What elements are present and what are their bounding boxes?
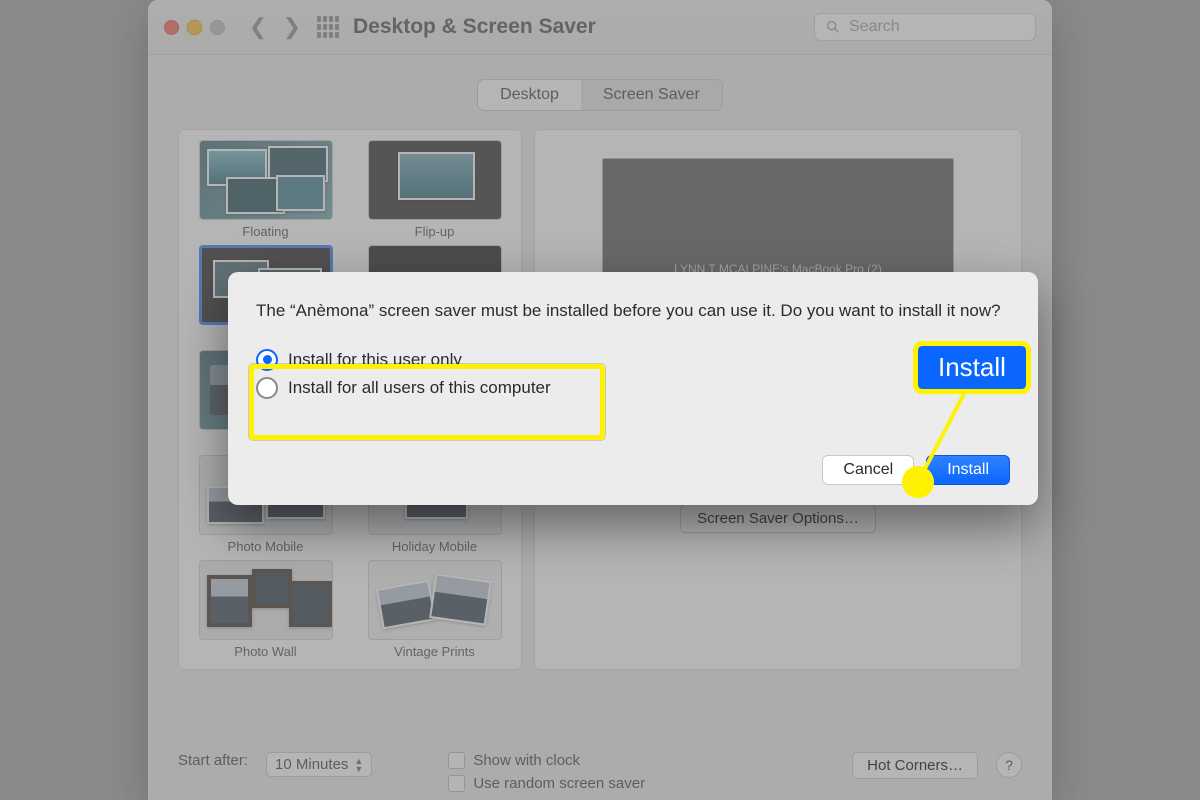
install-scope-radio-group: Install for this user only Install for a…	[256, 349, 1010, 399]
titlebar: ❮ ❯ Desktop & Screen Saver Search	[148, 0, 1052, 55]
radio-install-all-users[interactable]: Install for all users of this computer	[256, 377, 1010, 399]
start-after-label: Start after:	[178, 752, 248, 769]
nav-back-button[interactable]: ❮	[243, 12, 273, 42]
checkbox-icon	[448, 752, 465, 769]
use-random-label: Use random screen saver	[473, 775, 645, 792]
window-title: Desktop & Screen Saver	[353, 15, 814, 39]
help-button[interactable]: ?	[996, 752, 1022, 778]
screensaver-label: Holiday Mobile	[392, 539, 477, 554]
nav-forward-button[interactable]: ❯	[277, 12, 307, 42]
radio-label: Install for all users of this computer	[288, 378, 551, 398]
screensaver-label: Floating	[242, 224, 288, 239]
screensaver-options-button[interactable]: Screen Saver Options…	[680, 504, 876, 533]
start-after-select[interactable]: 10 Minutes ▲▼	[266, 752, 372, 777]
show-all-icon[interactable]	[317, 16, 339, 38]
install-dialog: The “Anèmona” screen saver must be insta…	[228, 272, 1038, 505]
close-window-icon[interactable]	[164, 20, 179, 35]
radio-install-this-user[interactable]: Install for this user only	[256, 349, 1010, 371]
screensaver-label: Photo Mobile	[228, 539, 304, 554]
screensaver-label: Vintage Prints	[394, 644, 475, 659]
start-after-value: 10 Minutes	[275, 756, 348, 773]
install-button[interactable]: Install	[926, 455, 1010, 485]
tab-desktop[interactable]: Desktop	[478, 80, 581, 110]
search-placeholder: Search	[849, 18, 900, 36]
cancel-button[interactable]: Cancel	[822, 455, 914, 485]
tab-segmented-control: Desktop Screen Saver	[148, 79, 1052, 111]
radio-icon	[256, 377, 278, 399]
screensaver-label: Photo Wall	[234, 644, 296, 659]
search-icon	[825, 19, 841, 35]
minimize-window-icon[interactable]	[187, 20, 202, 35]
search-input[interactable]: Search	[814, 13, 1036, 41]
screensaver-item-photo-wall[interactable]: Photo Wall	[185, 560, 346, 659]
radio-label: Install for this user only	[288, 350, 462, 370]
window-controls	[164, 20, 225, 35]
stepper-icon: ▲▼	[354, 757, 363, 773]
zoom-window-icon[interactable]	[210, 20, 225, 35]
screensaver-item-floating[interactable]: Floating	[185, 140, 346, 239]
tab-screen-saver[interactable]: Screen Saver	[581, 80, 722, 110]
checkbox-icon	[448, 775, 465, 792]
radio-icon	[256, 349, 278, 371]
use-random-checkbox[interactable]: Use random screen saver	[448, 775, 645, 792]
hot-corners-button[interactable]: Hot Corners…	[852, 752, 978, 779]
dialog-message: The “Anèmona” screen saver must be insta…	[256, 300, 1010, 323]
bottom-bar: Start after: 10 Minutes ▲▼ Show with clo…	[178, 752, 1022, 792]
show-with-clock-checkbox[interactable]: Show with clock	[448, 752, 645, 769]
show-with-clock-label: Show with clock	[473, 752, 580, 769]
screensaver-item-vintage-prints[interactable]: Vintage Prints	[354, 560, 515, 659]
screensaver-item-flipup[interactable]: Flip-up	[354, 140, 515, 239]
screensaver-label: Flip-up	[415, 224, 455, 239]
